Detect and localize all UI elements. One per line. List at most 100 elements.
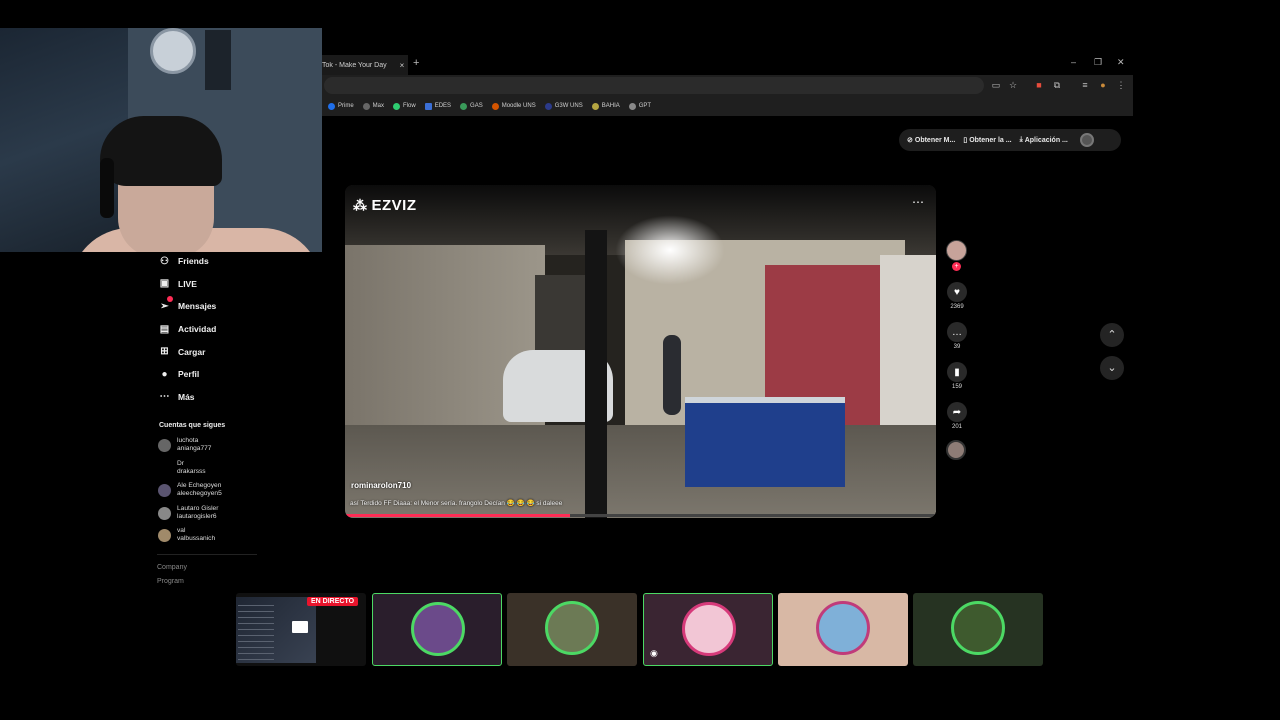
sidebar-item-activity[interactable]: ▤ Actividad [150,318,270,341]
edes-icon [424,102,432,110]
bookmarks-bar: Prime Max Flow EDES GAS Moodle UNS G3W U… [322,96,1133,116]
music-disc-avatar[interactable] [946,440,966,460]
comment-count: 39 [953,344,961,350]
chevron-up-icon: ⌃ [1107,329,1117,341]
browser-tab[interactable]: Tok - Make Your Day × [322,55,408,75]
sidebar-item-friends[interactable]: ⚇ Friends [150,250,270,273]
sidebar-nav: ⚇ Friends ▣ LIVE ➢ Mensajes ▤ Actividad ⊞ Car… [150,250,270,408]
share-button[interactable]: ➦ 201 [946,402,968,430]
sidebar-item-upload[interactable]: ⊞ Cargar [150,340,270,363]
extensions-icon[interactable]: ⧉ [1052,80,1062,90]
sidebar-item-more[interactable]: ⋯ Más [150,386,270,409]
video-player[interactable]: ⁂ EZVIZ ⋯ rominarolon710 así Terdido FF D… [345,185,936,518]
chevron-down-icon: ⌄ [1107,362,1117,374]
account-item[interactable]: Dr drakarsss [158,460,206,476]
messages-icon: ➢ [160,300,169,312]
heart-icon: ♥ [947,282,967,302]
moodle-icon [491,102,499,110]
bookmark-prime[interactable]: Prime [328,102,354,110]
activity-icon: ▤ [159,323,170,335]
install-app-icon[interactable]: ▭ [991,80,1001,90]
gpt-icon [628,102,636,110]
flow-icon [393,102,401,110]
sidebar-item-live[interactable]: ▣ LIVE [150,273,270,296]
top-actions-pill: ⊘ Obtener M... ▯ Obtener la ... ⤓ Aplicació… [899,129,1121,151]
bookmark-g3w[interactable]: G3W UNS [544,102,583,110]
gas-icon [460,102,468,110]
previous-video-button[interactable]: ⌃ [1100,323,1124,347]
video-caption: así Terdido FF Diaaa: el Menor sería. fr… [350,500,563,507]
address-field[interactable] [324,77,984,94]
get-coins-button[interactable]: ⊘ Obtener M... [907,136,955,145]
phone-icon: ▯ [963,137,968,144]
participant-avatar [411,602,465,656]
stream-tile-participant[interactable] [913,593,1043,666]
maximize-button[interactable]: ❐ [1094,57,1102,68]
user-avatar[interactable] [1079,133,1094,147]
upload-icon: ⊞ [160,346,169,358]
video-more-icon[interactable]: ⋯ [912,195,924,209]
close-window-button[interactable]: ✕ [1117,57,1125,68]
minimize-button[interactable]: – [1071,57,1076,67]
account-item[interactable]: Ale Echegoyen aleechegoyen5 [158,482,222,498]
bookmark-max[interactable]: Max [362,102,384,110]
get-app-button[interactable]: ▯ Obtener la ... [963,136,1011,145]
follow-plus-icon[interactable]: + [952,262,961,271]
like-count: 2369 [950,304,964,310]
next-video-button[interactable]: ⌄ [1100,356,1124,380]
monitor-icon [292,621,308,633]
participant-avatar [951,601,1005,655]
webcam-overlay [0,28,322,252]
like-button[interactable]: ♥ 2369 [946,282,968,310]
coin-icon: ⊘ [907,137,913,144]
avatar [158,438,171,452]
video-progress-bar[interactable] [345,514,936,517]
bookmark-gas[interactable]: GAS [460,102,483,110]
account-item[interactable]: Lautaro Gisler lautarogisler6 [158,505,218,521]
account-item[interactable]: luchota anianga777 [158,437,211,453]
live-badge: EN DIRECTO [307,597,359,606]
profile-avatar-icon[interactable]: ● [1098,80,1108,90]
comment-button[interactable]: … 39 [946,322,968,350]
save-button[interactable]: ▮ 159 [946,362,968,390]
creator-avatar[interactable] [946,240,967,261]
bookmark-bahia[interactable]: BAHIA [591,102,620,110]
messages-badge [167,296,173,302]
g3w-icon [544,102,552,110]
person-figure [663,335,681,415]
ezviz-logo-icon: ⁂ [353,197,368,213]
stream-tile-screen[interactable]: EN DIRECTO [236,593,366,666]
tab-title: Tok - Make Your Day [322,61,387,69]
bookmark-icon: ▮ [947,362,967,382]
friends-icon: ⚇ [160,255,169,267]
extension-red-icon[interactable]: ■ [1034,80,1044,90]
bookmark-moodle[interactable]: Moodle UNS [491,102,536,110]
stream-tile-participant[interactable] [507,593,637,666]
account-item[interactable]: val valbussanich [158,527,215,543]
video-progress-fill [345,514,570,517]
download-app-button[interactable]: ⤓ Aplicación ... [1020,136,1068,144]
new-tab-button[interactable]: + [413,57,419,69]
download-icon: ⤓ [1019,136,1023,143]
mic-icon: ◉ [650,648,658,658]
avatar [158,483,171,497]
ezviz-watermark: ⁂ EZVIZ [353,197,417,214]
media-icon[interactable]: ≡ [1080,80,1090,90]
bookmark-edes[interactable]: EDES [424,102,451,110]
headset [100,158,114,218]
video-author[interactable]: rominarolon710 [351,481,411,490]
browser-menu-icon[interactable]: ⋮ [1116,80,1126,90]
participant-avatar [816,601,870,655]
stream-tile-participant[interactable] [778,593,908,666]
footer-link-program[interactable]: Program [157,578,184,585]
bookmark-gpt[interactable]: GPT [628,102,651,110]
profile-icon: ● [161,368,168,380]
stream-tile-participant[interactable]: ◉ [643,593,773,666]
sidebar-item-profile[interactable]: ● Perfil [150,363,270,386]
bookmark-flow[interactable]: Flow [393,102,416,110]
footer-link-company[interactable]: Company [157,564,187,571]
stream-tile-participant[interactable] [372,593,502,666]
tab-close-icon[interactable]: × [396,61,408,70]
bookmark-star-icon[interactable]: ☆ [1008,80,1018,90]
share-count: 201 [951,424,962,430]
